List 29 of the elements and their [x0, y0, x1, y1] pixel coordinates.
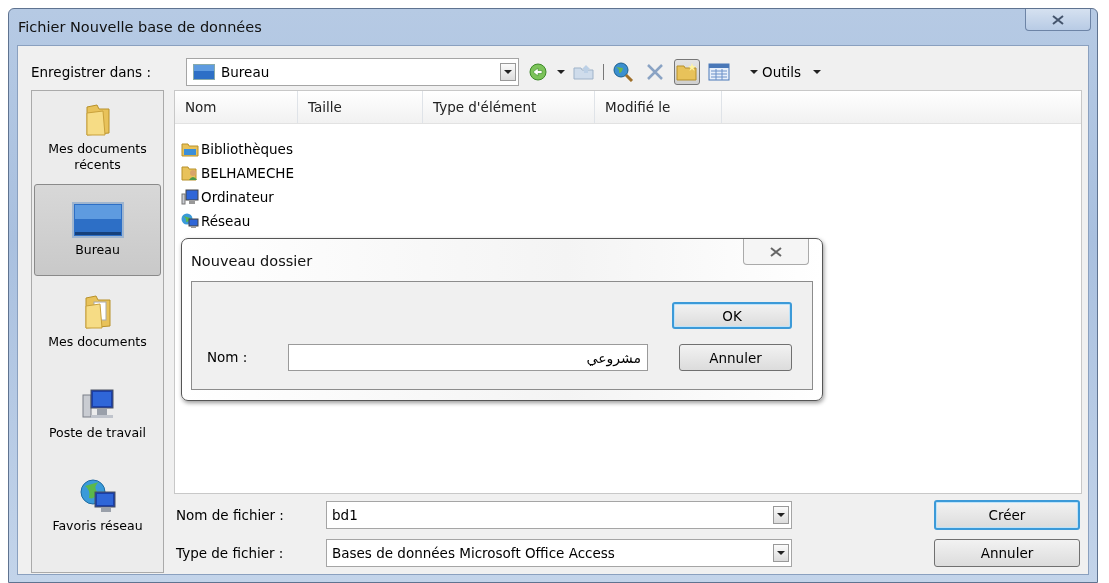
location-dropdown[interactable]: Bureau [186, 57, 519, 86]
column-heading[interactable]: Nom [175, 91, 298, 123]
folder-name-field[interactable]: مشروعي [288, 344, 648, 371]
file-name-field[interactable]: bd1 [326, 501, 792, 529]
file-item[interactable]: Ordinateur [201, 189, 274, 205]
cancel-button[interactable]: Annuler [679, 344, 792, 371]
file-type-dropdown[interactable]: Bases de données Microsoft Office Access [326, 539, 792, 567]
create-button[interactable]: Créer [934, 500, 1080, 530]
field-label: Type de fichier : [176, 545, 285, 561]
column-heading[interactable]: Taille [298, 91, 423, 123]
places-item[interactable]: Mes documents [34, 276, 161, 368]
file-item[interactable]: Bibliothèques [201, 141, 293, 157]
places-item[interactable]: Favoris réseau [34, 460, 161, 552]
tools-menu[interactable]: Outils [762, 63, 801, 80]
file-item[interactable]: Réseau [201, 213, 251, 229]
window-title: Fichier Nouvelle base de données [17, 18, 262, 37]
column-heading[interactable]: Type d'élément [423, 91, 595, 123]
save-in-label: Enregistrer dans : [31, 63, 152, 80]
field-label: Nom : [207, 349, 249, 367]
field-label: Nom de fichier : [176, 507, 285, 523]
places-item[interactable]: Mes documents récents [34, 92, 161, 184]
location-value: Bureau [221, 63, 270, 80]
cancel-button[interactable]: Annuler [934, 539, 1080, 567]
places-item[interactable]: Poste de travail [34, 368, 161, 460]
dialog-title: Nouveau dossier [191, 253, 313, 269]
places-item[interactable]: Bureau [34, 184, 161, 276]
file-item[interactable]: BELHAMECHE [201, 165, 294, 181]
ok-button[interactable]: OK [672, 302, 792, 329]
column-heading[interactable]: Modifié le [595, 91, 722, 123]
